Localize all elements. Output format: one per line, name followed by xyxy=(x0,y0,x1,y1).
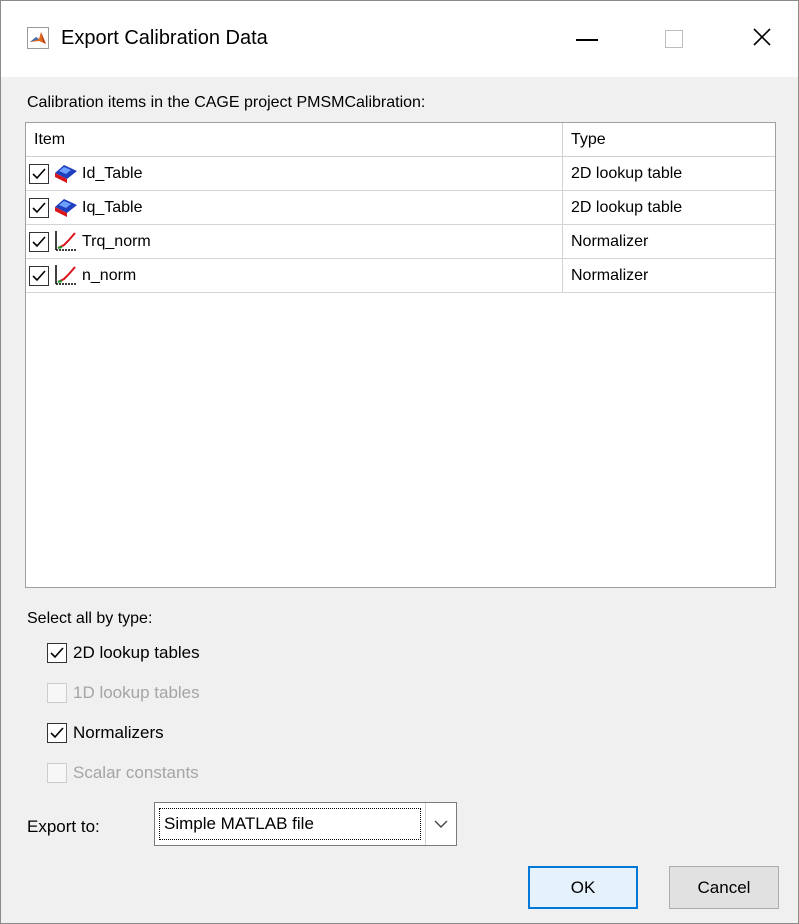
checkbox-label: Normalizers xyxy=(73,723,164,742)
item-name: Id_Table xyxy=(82,165,143,182)
item-type: Normalizer xyxy=(571,267,649,284)
lookup-table-icon xyxy=(53,195,79,219)
table-row[interactable]: Trq_norm Normalizer xyxy=(26,225,775,259)
item-name: Iq_Table xyxy=(82,199,143,216)
item-type: Normalizer xyxy=(571,233,649,250)
matlab-logo-icon xyxy=(27,27,49,49)
checkbox-label: 2D lookup tables xyxy=(73,643,200,662)
chevron-down-icon[interactable] xyxy=(426,803,456,845)
export-to-label: Export to: xyxy=(27,817,100,836)
checkbox-normalizers[interactable]: Normalizers xyxy=(47,720,164,746)
table-row[interactable]: Id_Table 2D lookup table xyxy=(26,157,775,191)
calibration-items-table[interactable]: Item Type Id_Table 2D lookup table Iq_Ta… xyxy=(25,122,776,588)
checkbox-checked-icon[interactable] xyxy=(47,643,67,663)
export-format-select[interactable]: Simple MATLAB file xyxy=(154,802,457,846)
export-format-value: Simple MATLAB file xyxy=(159,808,421,840)
select-all-label: Select all by type: xyxy=(27,610,153,627)
minimize-icon xyxy=(576,39,598,41)
minimize-button[interactable] xyxy=(564,15,610,63)
item-cell: Id_Table xyxy=(26,157,563,190)
normalizer-icon xyxy=(53,263,79,287)
cancel-button[interactable]: Cancel xyxy=(669,866,779,909)
maximize-button[interactable] xyxy=(651,15,697,63)
checkbox-label: 1D lookup tables xyxy=(73,683,200,702)
column-header-item[interactable]: Item xyxy=(26,123,563,157)
item-cell: n_norm xyxy=(26,259,563,292)
item-type: 2D lookup table xyxy=(571,165,683,182)
close-button[interactable] xyxy=(739,15,785,63)
checkbox-1d-lookup-tables: 1D lookup tables xyxy=(47,680,200,706)
checkbox-checked-icon[interactable] xyxy=(47,723,67,743)
checkbox-label: Scalar constants xyxy=(73,763,199,782)
row-checkbox[interactable] xyxy=(29,265,49,286)
lookup-table-icon xyxy=(53,161,79,185)
normalizer-icon xyxy=(53,229,79,253)
export-calibration-dialog: Export Calibration Data Calibration item… xyxy=(0,0,799,924)
item-cell: Trq_norm xyxy=(26,225,563,258)
table-row[interactable]: n_norm Normalizer xyxy=(26,259,775,293)
checkbox-unchecked-icon xyxy=(47,763,67,783)
item-name: n_norm xyxy=(82,267,137,284)
title-bar[interactable]: Export Calibration Data xyxy=(1,1,798,77)
checkbox-2d-lookup-tables[interactable]: 2D lookup tables xyxy=(47,640,200,666)
row-checkbox[interactable] xyxy=(29,163,49,184)
calibration-list-label: Calibration items in the CAGE project PM… xyxy=(27,94,426,111)
checkbox-scalar-constants: Scalar constants xyxy=(47,760,199,786)
table-row[interactable]: Iq_Table 2D lookup table xyxy=(26,191,775,225)
row-checkbox[interactable] xyxy=(29,197,49,218)
checkbox-unchecked-icon xyxy=(47,683,67,703)
row-checkbox[interactable] xyxy=(29,231,49,252)
item-cell: Iq_Table xyxy=(26,191,563,224)
table-header: Item Type xyxy=(26,123,775,157)
item-name: Trq_norm xyxy=(82,233,151,250)
item-type: 2D lookup table xyxy=(571,199,683,216)
ok-button[interactable]: OK xyxy=(528,866,638,909)
window-title: Export Calibration Data xyxy=(61,27,268,49)
close-icon xyxy=(751,26,773,53)
column-header-type[interactable]: Type xyxy=(563,123,775,157)
maximize-icon xyxy=(665,30,683,48)
